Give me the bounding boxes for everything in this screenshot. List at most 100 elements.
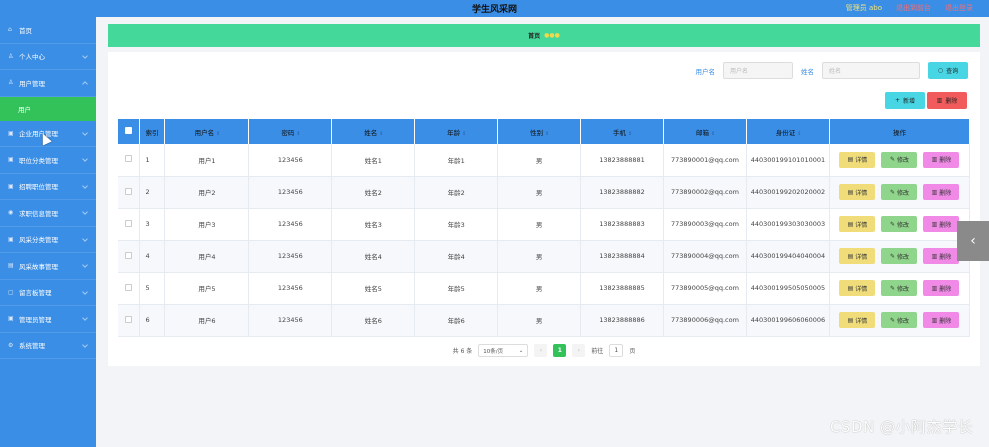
row-checkbox[interactable] <box>125 283 133 291</box>
edit-button[interactable]: ✎ 修改 <box>881 312 918 328</box>
table-header-row: 索引 用户名 ⇕ 密码 ⇕ 姓名 ⇕ 年龄 ⇕ 性别 ⇕ 手机 ⇕ 邮箱 ⇕ 身份证 ⇕ 操作 <box>118 119 971 144</box>
cell-index: 1 <box>139 144 166 177</box>
cell-email: 773890004@qq.com <box>663 240 747 273</box>
column-header-username[interactable]: 用户名 ⇕ <box>164 119 250 144</box>
row-select-cell[interactable] <box>118 240 141 273</box>
cell-actions: ▤ 详情 ✎ 修改 ▥ 删除 <box>829 144 971 177</box>
chevron-down-icon <box>82 341 88 348</box>
detail-button[interactable]: ▤ 详情 <box>839 184 876 200</box>
sidebar-item-job-postings[interactable]: ▣ 招聘职位管理 <box>0 174 96 200</box>
column-header-idcard[interactable]: 身份证 ⇕ <box>746 119 830 144</box>
batch-delete-button[interactable]: ▥ 删除 <box>927 92 967 109</box>
detail-button[interactable]: ▤ 详情 <box>839 248 876 264</box>
sidebar-item-style-categories[interactable]: ▣ 风采分类管理 <box>0 227 96 253</box>
row-select-cell[interactable] <box>118 176 141 209</box>
edit-button[interactable]: ✎ 修改 <box>881 216 918 232</box>
goto-page-input[interactable]: 1 <box>609 344 624 357</box>
column-header-phone[interactable]: 手机 ⇕ <box>580 119 664 144</box>
logout-link[interactable]: 退出登录 <box>945 3 973 13</box>
column-header-index: 索引 <box>139 119 166 144</box>
column-header-password[interactable]: 密码 ⇕ <box>248 119 333 144</box>
add-button[interactable]: + 新增 <box>885 92 925 109</box>
sidebar-item-job-seekers[interactable]: ◉ 求职信息管理 <box>0 200 96 227</box>
cell-idcard: 440300199606060006 <box>746 304 830 337</box>
row-checkbox[interactable] <box>125 315 133 323</box>
sidebar-item-system[interactable]: ⚙ 系统管理 <box>0 333 96 359</box>
sidebar-item-user-management[interactable]: ♙ 用户管理 <box>0 70 96 97</box>
cell-name: 姓名3 <box>331 208 416 241</box>
cell-age: 年龄5 <box>414 272 499 305</box>
delete-button[interactable]: ▥ 删除 <box>923 248 960 264</box>
chevron-down-icon <box>82 209 88 215</box>
chevron-down-icon <box>82 262 88 268</box>
sort-icon: ⇕ <box>797 130 802 137</box>
page-1-button[interactable]: 1 <box>553 344 567 357</box>
detail-button[interactable]: ▤ 详情 <box>839 312 876 328</box>
row-select-cell[interactable] <box>118 272 141 305</box>
delete-button[interactable]: ▥ 删除 <box>923 184 960 200</box>
detail-button[interactable]: ▤ 详情 <box>839 216 876 232</box>
chevron-down-icon <box>82 235 88 242</box>
cell-username: 用户6 <box>164 304 250 337</box>
column-header-age[interactable]: 年龄 ⇕ <box>414 119 499 144</box>
delete-button[interactable]: ▥ 删除 <box>923 280 960 296</box>
delete-button[interactable]: ▥ 删除 <box>923 216 960 232</box>
chevron-down-icon <box>82 288 88 295</box>
username-input[interactable]: 用户名 <box>723 62 793 79</box>
edit-button[interactable]: ✎ 修改 <box>881 248 918 264</box>
delete-button[interactable]: ▥ 删除 <box>923 151 960 168</box>
breadcrumb-home[interactable]: 首页 <box>528 31 540 40</box>
select-all-header[interactable] <box>118 119 141 144</box>
back-to-front-link[interactable]: 退出到前台 <box>896 3 931 13</box>
detail-icon: ▤ <box>847 252 854 260</box>
cell-phone: 13823888886 <box>580 304 664 337</box>
sidebar-item-job-categories[interactable]: ▣ 职位分类管理 <box>0 147 96 174</box>
row-checkbox[interactable] <box>125 155 133 163</box>
cell-name: 姓名2 <box>331 176 416 209</box>
sidebar-item-message-board[interactable]: ▢ 留言板管理 <box>0 280 96 306</box>
sidebar-item-label: 个人中心 <box>19 53 45 62</box>
search-button[interactable]: ○ 查询 <box>928 62 968 79</box>
cell-username: 用户2 <box>164 176 250 209</box>
sidebar-item-users[interactable]: 用户 <box>0 96 96 121</box>
next-page-button[interactable]: › <box>572 344 586 357</box>
plus-icon: + <box>894 97 900 104</box>
sidebar-item-home[interactable]: ⌂ 首页 <box>0 17 96 44</box>
row-select-cell[interactable] <box>118 144 141 177</box>
home-icon: ⌂ <box>8 26 12 34</box>
collapse-panel-button[interactable]: ‹ <box>957 221 989 261</box>
sidebar-item-profile[interactable]: ♙ 个人中心 <box>0 44 96 70</box>
name-input[interactable]: 姓名 <box>822 62 920 79</box>
trash-icon: ▥ <box>931 252 938 260</box>
row-select-cell[interactable] <box>118 304 141 337</box>
sidebar-item-admins[interactable]: ▣ 管理员管理 <box>0 306 96 333</box>
sidebar-item-style-stories[interactable]: ▤ 风采故事管理 <box>0 253 96 280</box>
chevron-down-icon <box>82 52 88 59</box>
cell-name: 姓名6 <box>331 304 416 337</box>
row-select-cell[interactable] <box>118 208 141 241</box>
edit-icon: ✎ <box>889 284 895 292</box>
detail-button[interactable]: ▤ 详情 <box>839 280 876 296</box>
edit-button[interactable]: ✎ 修改 <box>881 184 918 200</box>
edit-button[interactable]: ✎ 修改 <box>881 280 918 296</box>
sidebar-item-label: 求职信息管理 <box>19 209 58 218</box>
select-all-checkbox[interactable] <box>125 127 133 134</box>
cell-idcard: 440300199303030003 <box>746 208 830 241</box>
detail-button[interactable]: ▤ 详情 <box>839 151 876 168</box>
table-row: 4 用户4 123456 姓名4 年龄4 男 13823888884 773890004@qq… <box>118 240 971 273</box>
page-size-select[interactable]: 10条/页 ⌄ <box>478 344 529 357</box>
row-checkbox[interactable] <box>125 187 133 195</box>
row-checkbox[interactable] <box>125 219 133 227</box>
sidebar-item-label: 留言板管理 <box>19 289 52 298</box>
total-count: 共 6 条 <box>452 348 473 355</box>
prev-page-button[interactable]: ‹ <box>534 344 548 357</box>
cell-index: 2 <box>139 176 166 209</box>
edit-button[interactable]: ✎ 修改 <box>881 151 918 168</box>
trash-icon: ▥ <box>936 97 943 104</box>
delete-button[interactable]: ▥ 删除 <box>923 312 960 328</box>
row-checkbox[interactable] <box>125 251 133 259</box>
column-header-name[interactable]: 姓名 ⇕ <box>331 119 416 144</box>
column-header-email[interactable]: 邮箱 ⇕ <box>663 119 747 144</box>
document-icon: ◉ <box>8 209 14 217</box>
column-header-gender[interactable]: 性别 ⇕ <box>497 119 582 144</box>
